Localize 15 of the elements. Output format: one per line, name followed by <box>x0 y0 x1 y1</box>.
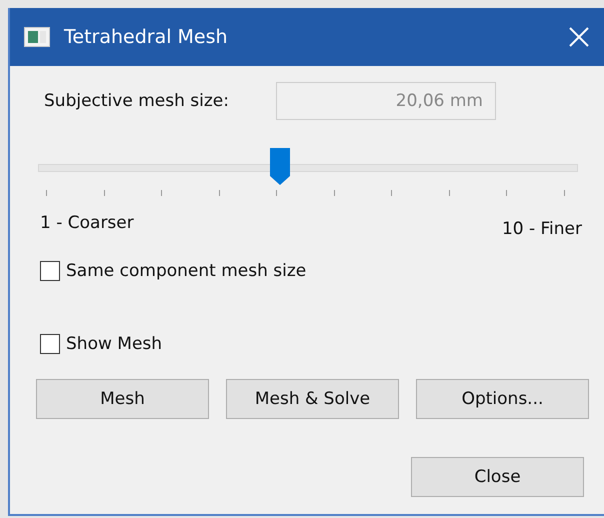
mesh-size-label: Subjective mesh size: <box>43 91 230 111</box>
window-icon <box>24 27 50 47</box>
checkbox[interactable] <box>40 334 60 354</box>
close-button[interactable]: Close <box>411 457 584 497</box>
checkbox-label: Same component mesh size <box>66 261 306 281</box>
finer-label: 10 - Finer <box>502 218 582 239</box>
coarser-label: 1 - Coarser <box>40 213 134 235</box>
action-button[interactable]: Mesh & Solve <box>226 379 399 419</box>
action-button[interactable]: Mesh <box>36 379 209 419</box>
close-icon[interactable] <box>568 26 590 48</box>
checkbox[interactable] <box>40 261 60 281</box>
slider-thumb[interactable] <box>270 148 290 186</box>
checkbox-label: Show Mesh <box>66 334 162 354</box>
window-title: Tetrahedral Mesh <box>64 26 229 48</box>
action-button[interactable]: Options... <box>416 379 589 419</box>
